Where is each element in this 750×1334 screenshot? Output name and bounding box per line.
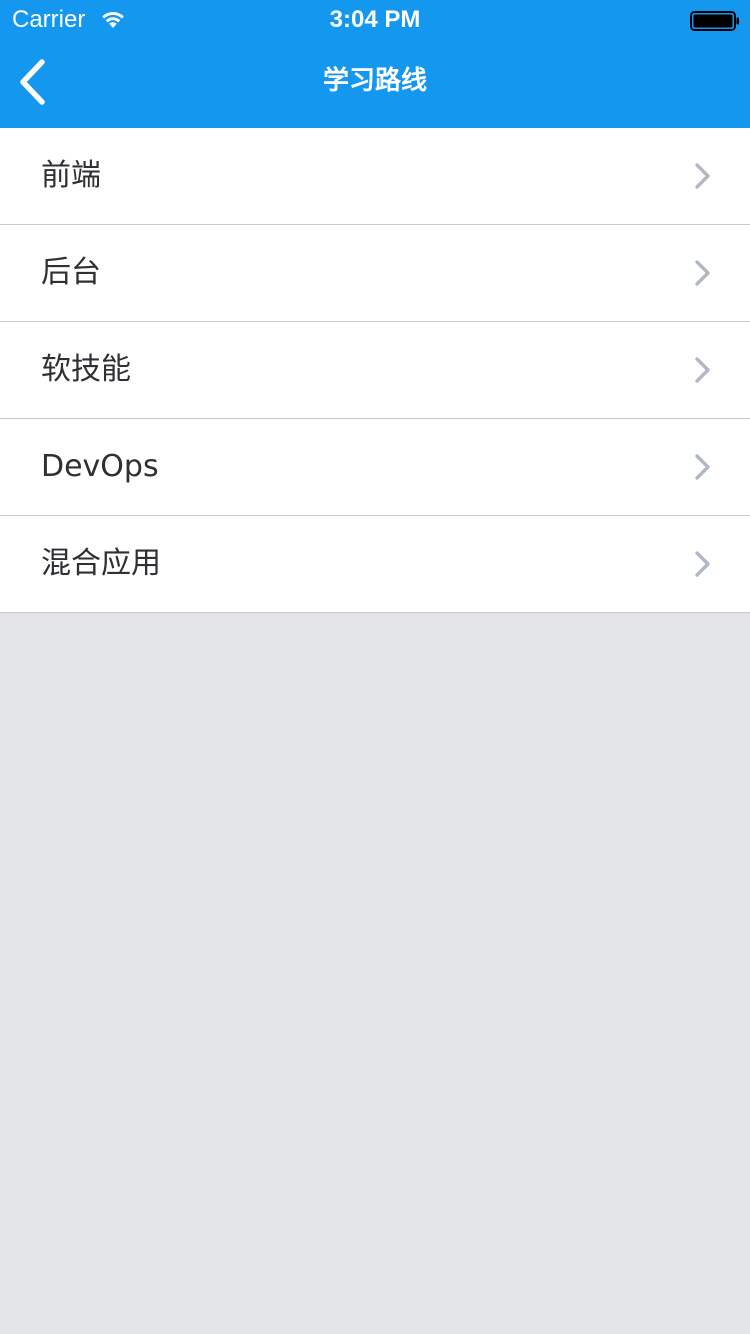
list-item-backend[interactable]: 后台 <box>0 225 750 322</box>
chevron-right-icon <box>695 260 710 286</box>
list-item-hybrid-apps[interactable]: 混合应用 <box>0 516 750 613</box>
status-bar: Carrier 3:04 PM <box>0 0 750 40</box>
chevron-right-icon <box>695 357 710 383</box>
navigation-bar: 学习路线 <box>0 40 750 128</box>
screen: Carrier 3:04 PM 学习路线 前端 后台 软技能 DevOps 混合… <box>0 0 750 1334</box>
list-item-label: 混合应用 <box>41 546 161 581</box>
chevron-right-icon <box>695 551 710 577</box>
menu-list: 前端 后台 软技能 DevOps 混合应用 <box>0 128 750 613</box>
list-item-label: 后台 <box>41 255 101 290</box>
status-time: 3:04 PM <box>329 6 421 33</box>
list-item-label: DevOps <box>41 449 159 484</box>
list-item-devops[interactable]: DevOps <box>0 419 750 516</box>
page-title: 学习路线 <box>322 66 427 96</box>
list-item-label: 软技能 <box>41 352 131 387</box>
list-item-frontend[interactable]: 前端 <box>0 128 750 225</box>
chevron-right-icon <box>695 163 710 189</box>
list-item-soft-skills[interactable]: 软技能 <box>0 322 750 419</box>
chevron-right-icon <box>695 454 710 480</box>
list-item-label: 前端 <box>41 158 101 193</box>
top-bar: Carrier 3:04 PM 学习路线 <box>0 0 750 128</box>
battery-icon <box>690 11 739 31</box>
